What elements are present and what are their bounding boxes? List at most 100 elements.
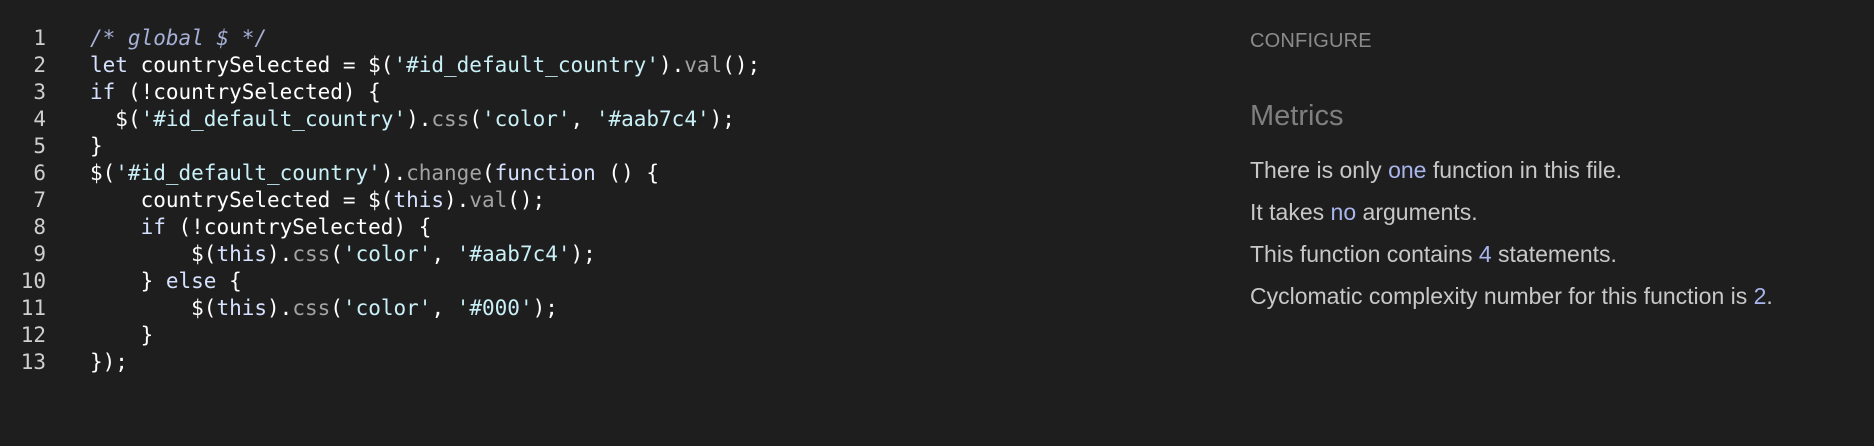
code-token: this (216, 242, 268, 266)
code-line[interactable]: 1 /* global $ */ (0, 25, 1230, 52)
metrics-heading: Metrics (1250, 100, 1344, 132)
code-token: , (431, 296, 457, 320)
code-line[interactable]: 2 let countrySelected = $('#id_default_co… (0, 52, 1230, 79)
code-token: ); (532, 296, 558, 320)
line-number: 5 (33, 134, 46, 158)
line-code[interactable]: } (90, 322, 154, 349)
line-number: 8 (33, 215, 46, 239)
code-token: countrySelected = $( (140, 188, 394, 212)
code-token: ); (709, 107, 735, 131)
code-token: (); (507, 188, 546, 212)
code-token: this (393, 188, 445, 212)
code-token: ( (330, 242, 343, 266)
code-token: if (90, 80, 116, 104)
code-token: } (140, 269, 166, 293)
code-line[interactable]: 12 } (0, 322, 1230, 349)
code-line[interactable]: 6 $('#id_default_country').change(functio… (0, 160, 1230, 187)
line-code[interactable]: $(this).css('color', '#000'); (90, 295, 558, 322)
code-token: css (431, 107, 470, 131)
line-code[interactable]: let countrySelected = $('#id_default_cou… (90, 52, 760, 79)
line-code[interactable]: /* global $ */ (90, 25, 267, 52)
metric-value: 4 (1478, 241, 1492, 267)
line-number: 13 (20, 350, 46, 374)
code-token: '#aab7c4' (595, 107, 710, 131)
code-token: 'color' (342, 242, 432, 266)
code-token: '#aab7c4' (456, 242, 571, 266)
code-token: ); (570, 242, 596, 266)
code-line[interactable]: 4 $('#id_default_country').css('color', … (0, 106, 1230, 133)
metric-cyclomatic-complexity: Cyclomatic complexity number for this fu… (1250, 283, 1773, 310)
code-line[interactable]: 7 countrySelected = $(this).val(); (0, 187, 1230, 214)
code-line[interactable]: 8 if (!countrySelected) { (0, 214, 1230, 241)
code-line[interactable]: 10 } else { (0, 268, 1230, 295)
metric-text: arguments. (1356, 199, 1478, 225)
code-token: ). (380, 161, 407, 185)
line-number: 1 (33, 26, 46, 50)
code-token: ). (658, 53, 685, 77)
line-code[interactable]: if (!countrySelected) { (90, 214, 432, 241)
code-token: ). (267, 296, 293, 320)
code-token: { (216, 269, 242, 293)
line-code[interactable]: } (90, 133, 103, 160)
line-code[interactable]: }); (90, 349, 128, 376)
code-token: (!countrySelected) { (165, 215, 432, 239)
line-number: 11 (20, 296, 46, 320)
code-token: ( (469, 107, 482, 131)
line-code[interactable]: if (!countrySelected) { (90, 79, 381, 106)
metric-function-count: There is only one function in this file. (1250, 157, 1622, 184)
code-line[interactable]: 9 $(this).css('color', '#aab7c4'); (0, 241, 1230, 268)
code-token: () { (595, 161, 659, 185)
line-code[interactable]: } else { (90, 268, 242, 295)
line-number: 12 (20, 323, 46, 347)
code-line[interactable]: 3 if (!countrySelected) { (0, 79, 1230, 106)
code-token: (); (722, 53, 761, 77)
line-code[interactable]: $('#id_default_country').css('color', '#… (90, 106, 735, 133)
line-code[interactable]: $(this).css('color', '#aab7c4'); (90, 241, 596, 268)
metric-text: . (1766, 283, 1773, 309)
code-line[interactable]: 13}); (0, 349, 1230, 376)
line-code[interactable]: $('#id_default_country').change(function… (90, 160, 659, 187)
code-token: $( (90, 161, 116, 185)
code-token: ( (481, 161, 495, 185)
metric-text: It takes (1250, 199, 1331, 225)
code-token: $( (191, 296, 217, 320)
code-line[interactable]: 11 $(this).css('color', '#000'); (0, 295, 1230, 322)
code-token: 'color' (342, 296, 432, 320)
line-number: 3 (33, 80, 46, 104)
code-token: } (90, 134, 103, 158)
code-line[interactable]: 5} (0, 133, 1230, 160)
code-token: else (165, 269, 217, 293)
metric-text: statements. (1491, 241, 1617, 267)
line-number: 7 (33, 188, 46, 212)
code-editor[interactable]: 1 /* global $ */ 2 let countrySelected = $(… (0, 25, 1230, 425)
code-token: countrySelected = $( (127, 53, 394, 77)
line-number: 2 (33, 53, 46, 77)
code-token: change (406, 161, 482, 185)
code-token: 'color' (482, 107, 571, 131)
metric-statements: This function contains 4 statements. (1250, 241, 1617, 268)
metric-text: Cyclomatic complexity number for this fu… (1250, 283, 1754, 309)
line-number: 9 (33, 242, 46, 266)
code-token: ). (444, 188, 470, 212)
code-token: $( (191, 242, 217, 266)
line-code[interactable]: countrySelected = $(this).val(); (90, 187, 546, 214)
configure-link[interactable]: CONFIGURE (1250, 30, 1372, 53)
jshint-app: 1 /* global $ */ 2 let countrySelected = $(… (0, 0, 1874, 446)
line-number: 6 (33, 161, 46, 185)
metric-text: function in this file. (1426, 157, 1623, 183)
metric-value: no (1330, 199, 1357, 225)
code-token: ). (267, 242, 293, 266)
code-token: (!countrySelected) { (115, 80, 381, 104)
metric-text: This function contains (1250, 241, 1479, 267)
code-token: $( (115, 107, 141, 131)
code-token: , (570, 107, 596, 131)
metric-value: one (1388, 157, 1427, 183)
metrics-panel: CONFIGURE Metrics There is only one func… (1250, 0, 1850, 446)
code-token: '#id_default_country' (140, 107, 407, 131)
